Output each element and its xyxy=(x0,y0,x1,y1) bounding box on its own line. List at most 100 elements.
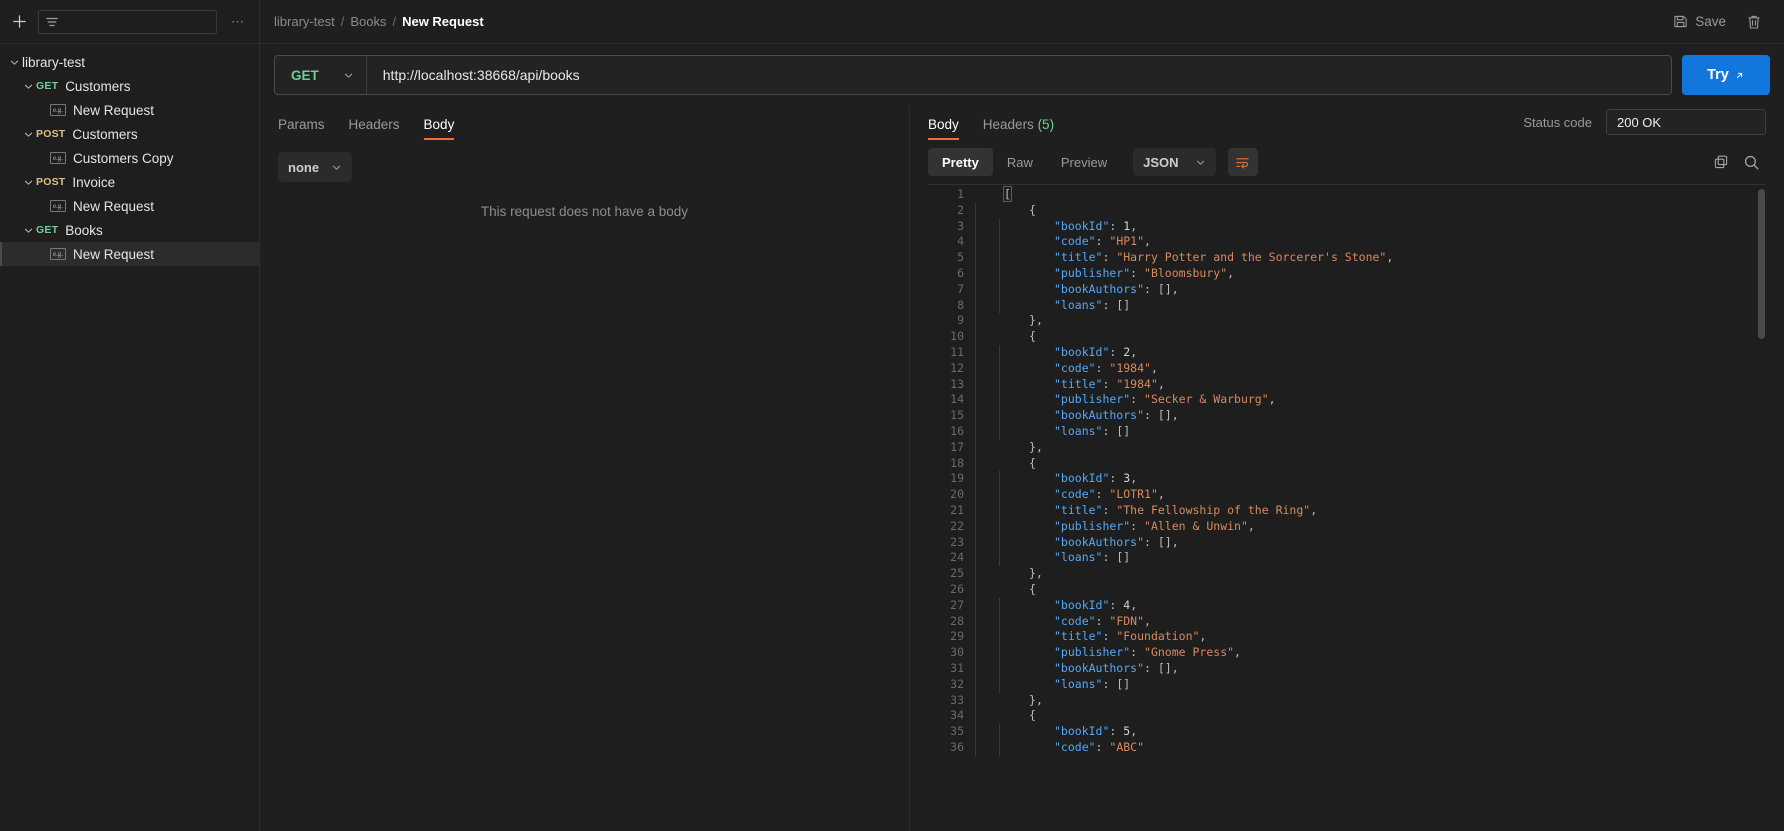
tree-item-books[interactable]: GET Books xyxy=(0,218,259,242)
tree-item-library-test[interactable]: library-test xyxy=(0,50,259,74)
line-number: 32 xyxy=(950,676,964,691)
chevron-down-icon[interactable] xyxy=(20,177,36,188)
token-key: "code" xyxy=(1054,487,1096,502)
line-number: 7 xyxy=(957,281,964,296)
plus-icon[interactable] xyxy=(8,11,30,33)
indent-guides xyxy=(974,471,1004,488)
token-pun: , xyxy=(1150,360,1158,375)
tree-item-customers[interactable]: GET Customers xyxy=(0,74,259,98)
scrollbar-thumb[interactable] xyxy=(1758,189,1765,339)
breadcrumb-item-library-test[interactable]: library-test xyxy=(274,14,335,29)
token-brk: { xyxy=(1029,581,1036,596)
search-input[interactable] xyxy=(38,9,217,34)
chevron-down-icon[interactable] xyxy=(20,81,36,92)
chevron-down-icon[interactable] xyxy=(20,225,36,236)
indent-guides xyxy=(974,645,1004,661)
chevron-down-icon[interactable] xyxy=(20,129,36,140)
example-icon: e.g. xyxy=(50,248,66,260)
more-options-icon[interactable]: ⋯ xyxy=(225,15,251,28)
line-number: 19 xyxy=(950,471,964,486)
code-text: "bookId": 5, xyxy=(1004,724,1756,740)
vertical-scrollbar[interactable] xyxy=(1756,185,1766,831)
indent-guides xyxy=(974,724,1004,740)
try-button[interactable]: Try xyxy=(1682,55,1770,95)
tree-item-invoice[interactable]: POST Invoice xyxy=(0,170,259,194)
tree-item-customers[interactable]: POST Customers xyxy=(0,122,259,146)
code-scroll-area[interactable]: 1[2{3 "bookId": 1, 4 "code": "HP1", 5 "title"… xyxy=(928,185,1756,831)
code-line: 2{ xyxy=(928,202,1756,219)
tree-item-customers-copy[interactable]: e.g. Customers Copy xyxy=(0,146,259,170)
breadcrumb-item-books[interactable]: Books xyxy=(350,14,386,29)
tab-count: (5) xyxy=(1033,116,1055,132)
code-line: 1[ xyxy=(928,186,1756,203)
code-line: 15 "bookAuthors": [], xyxy=(928,408,1756,424)
token-key: "bookAuthors" xyxy=(1054,660,1145,675)
line-number: 34 xyxy=(950,708,964,723)
indent-guides xyxy=(974,487,1004,503)
token-brk: } xyxy=(1029,313,1036,328)
code-text: "bookAuthors": [], xyxy=(1004,282,1756,298)
method-badge: GET xyxy=(36,80,59,92)
copy-icon[interactable] xyxy=(1706,148,1736,176)
token-brk: [] xyxy=(1116,550,1131,565)
breadcrumb-separator: / xyxy=(392,14,397,29)
line-number: 30 xyxy=(950,645,964,660)
line-number: 18 xyxy=(950,455,964,470)
response-tab-headers[interactable]: Headers (5) xyxy=(983,116,1055,141)
tab-headers[interactable]: Headers xyxy=(349,117,400,141)
code-line: 9}, xyxy=(928,313,1756,330)
indent-guides xyxy=(974,297,1004,314)
token-pun: : xyxy=(1102,629,1117,644)
line-number: 25 xyxy=(950,566,964,581)
chevron-down-icon xyxy=(343,70,354,81)
line-number: 11 xyxy=(950,344,964,359)
token-str: "Secker & Warburg" xyxy=(1144,392,1269,407)
indent-guides xyxy=(974,202,1004,219)
trash-icon[interactable] xyxy=(1746,14,1762,30)
token-pun: : xyxy=(1095,487,1110,502)
token-brk: { xyxy=(1029,329,1036,344)
indent-guides xyxy=(974,329,1004,345)
body-type-select[interactable]: none xyxy=(278,152,353,182)
token-str: "HP1" xyxy=(1109,234,1145,249)
view-mode-preview[interactable]: Preview xyxy=(1047,148,1121,176)
search-icon[interactable] xyxy=(1736,148,1766,176)
token-pun: : xyxy=(1102,297,1117,312)
token-brk: { xyxy=(1029,708,1036,723)
response-toolbar: Pretty Raw Preview JSON xyxy=(910,140,1784,184)
word-wrap-icon[interactable] xyxy=(1227,148,1258,176)
method-select[interactable]: GET xyxy=(275,56,367,94)
view-mode-raw[interactable]: Raw xyxy=(993,148,1047,176)
indent-guides xyxy=(974,660,1004,677)
tree-item-new-request[interactable]: e.g. New Request xyxy=(0,242,259,266)
example-icon: e.g. xyxy=(50,152,66,164)
tab-label: Body xyxy=(928,116,959,132)
response-tab-body[interactable]: Body xyxy=(928,116,959,140)
chevron-down-icon[interactable] xyxy=(6,57,22,68)
empty-body-message: This request does not have a body xyxy=(480,204,689,219)
token-pun: , xyxy=(1268,392,1276,407)
url-input[interactable] xyxy=(366,67,1671,83)
indent-guides xyxy=(974,344,1004,361)
token-key: "bookAuthors" xyxy=(1054,281,1145,296)
token-pun: , xyxy=(1171,660,1179,675)
tree-item-new-request[interactable]: e.g. New Request xyxy=(0,194,259,218)
line-number: 20 xyxy=(950,487,964,502)
tree-item-new-request[interactable]: e.g. New Request xyxy=(0,98,259,122)
token-str: "The Fellowship of the Ring" xyxy=(1116,502,1311,517)
token-pun: , xyxy=(1234,645,1241,660)
format-select[interactable]: JSON xyxy=(1133,148,1216,176)
line-number: 10 xyxy=(950,329,964,344)
indent-guides xyxy=(974,313,1004,330)
save-button[interactable]: Save xyxy=(1673,14,1726,29)
main-area: library-test / Books / New Request Save xyxy=(260,0,1784,831)
tab-body[interactable]: Body xyxy=(423,117,455,140)
line-number: 3 xyxy=(957,218,964,233)
response-tabs: Body Headers (5) xyxy=(928,106,1054,140)
line-number: 23 xyxy=(950,534,964,549)
response-header: Body Headers (5) Status code 200 OK xyxy=(910,106,1784,140)
code-line: 19 "bookId": 3, xyxy=(928,471,1756,488)
indent-guides xyxy=(974,534,1004,551)
view-mode-pretty[interactable]: Pretty xyxy=(928,148,993,176)
tab-params[interactable]: Params xyxy=(278,117,325,141)
